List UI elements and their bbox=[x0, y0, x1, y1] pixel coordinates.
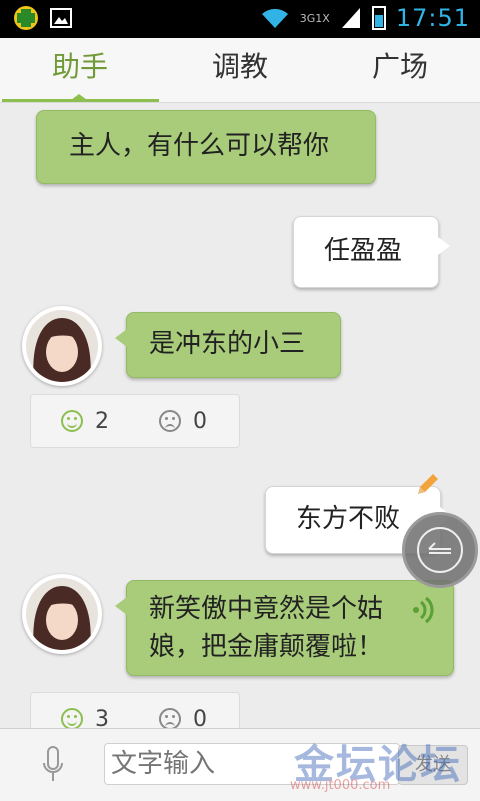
tab-assistant[interactable]: 助手 bbox=[0, 38, 160, 100]
sad-face-icon bbox=[159, 708, 181, 730]
like-button[interactable]: 2 bbox=[61, 395, 109, 447]
message-text-line-1: 新笑傲中竟然是个姑 bbox=[149, 594, 384, 624]
battery-icon bbox=[371, 6, 386, 30]
wifi-icon bbox=[261, 8, 288, 28]
assistant-message-bubble[interactable]: 新笑傲中竟然是个姑 娘，把金庸颠覆啦！ bbox=[115, 580, 454, 676]
assistant-avatar[interactable] bbox=[22, 574, 102, 654]
tab-plaza[interactable]: 广场 bbox=[320, 38, 480, 100]
image-notification-icon bbox=[50, 8, 72, 28]
signal-icon bbox=[341, 8, 360, 28]
back-arrow-icon bbox=[417, 527, 463, 573]
assistant-avatar[interactable] bbox=[22, 306, 102, 386]
message-text: 东方不败 bbox=[296, 504, 401, 534]
clock: 17:51 bbox=[395, 4, 470, 32]
active-tab-notch bbox=[71, 94, 87, 100]
dislike-button[interactable]: 0 bbox=[159, 395, 207, 447]
message-text-line-2: 娘，把金庸颠覆啦！ bbox=[149, 632, 384, 662]
tab-training[interactable]: 调教 bbox=[160, 38, 320, 100]
user-message-bubble[interactable]: 任盈盈 bbox=[293, 216, 450, 288]
dislike-count: 0 bbox=[193, 408, 207, 434]
tab-bar: 助手 调教 广场 bbox=[0, 38, 480, 103]
watermark-url: www.jt000.com bbox=[290, 778, 391, 793]
floating-back-button[interactable] bbox=[402, 512, 478, 588]
voice-playback-icon[interactable] bbox=[410, 596, 436, 624]
assistant-message-bubble[interactable]: 是冲东的小三 bbox=[115, 312, 341, 378]
forum-watermark: 金坛论坛 www.jt000.com bbox=[280, 728, 480, 798]
edit-pencil-icon[interactable] bbox=[414, 470, 442, 498]
app-notification-icon bbox=[14, 6, 38, 30]
status-bar: 3G1X 17:51 bbox=[0, 0, 480, 38]
sad-face-icon bbox=[159, 410, 181, 432]
like-count: 2 bbox=[95, 408, 109, 434]
message-text: 任盈盈 bbox=[324, 236, 403, 266]
network-type-label: 3G1X bbox=[299, 11, 330, 25]
assistant-message-bubble[interactable]: 主人，有什么可以帮你 bbox=[36, 110, 376, 184]
message-rating-bar: 2 0 bbox=[30, 394, 240, 448]
message-text: 主人，有什么可以帮你 bbox=[69, 131, 330, 161]
smile-icon bbox=[61, 708, 83, 730]
smile-icon bbox=[61, 410, 83, 432]
microphone-icon[interactable] bbox=[40, 745, 66, 785]
message-text: 是冲东的小三 bbox=[149, 329, 306, 359]
